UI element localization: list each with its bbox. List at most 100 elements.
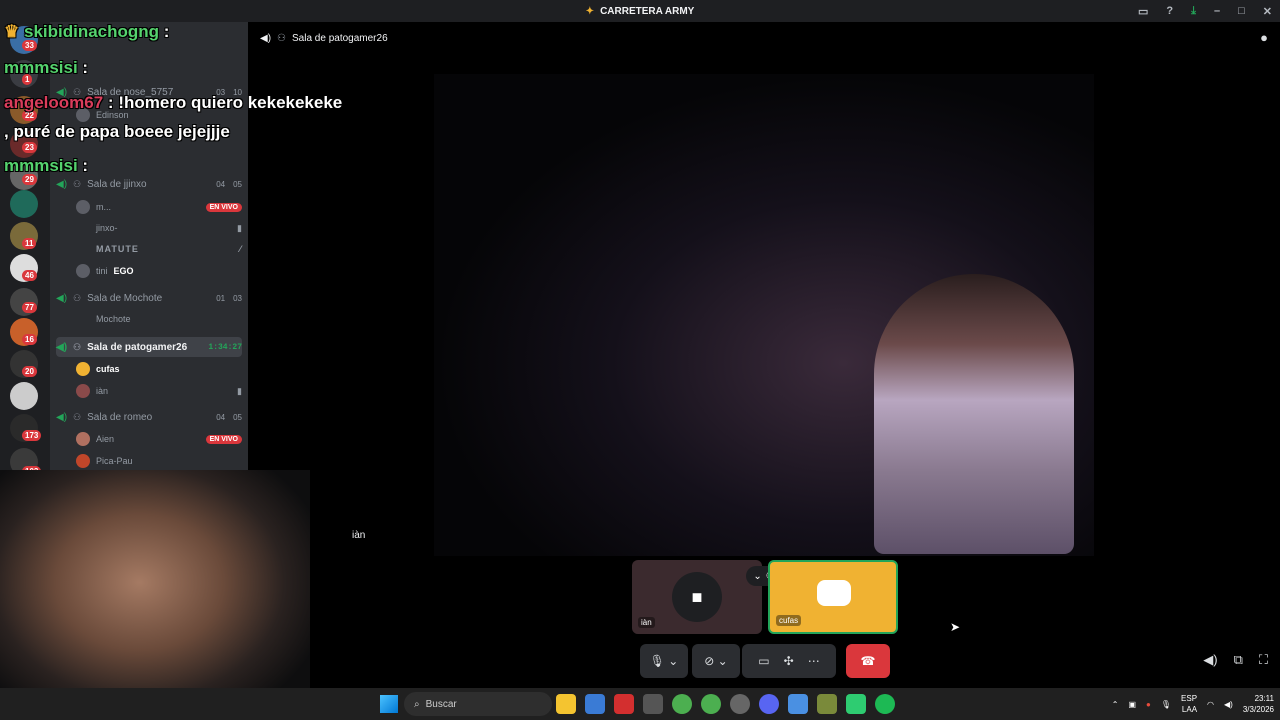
taskbar-apps <box>556 688 895 720</box>
call-controls: 🎙 ⌄ ⊘ ⌄ <box>640 644 740 678</box>
call-timer: 1:34:27 <box>208 342 242 352</box>
voice-channel-active[interactable]: ◀) ⚇ Sala de patogamer26 1:34:27 <box>56 337 242 357</box>
screen-share-icon[interactable]: ▭ <box>758 654 769 668</box>
server-icon[interactable] <box>10 382 38 410</box>
discord-logo-icon <box>817 580 851 606</box>
camera-toggle-button[interactable]: ⊘ ⌄ <box>692 644 740 678</box>
hangup-area: ☎ <box>846 644 890 678</box>
app-icon[interactable] <box>614 694 634 714</box>
participant-tile-speaking[interactable]: cufas <box>768 560 898 634</box>
voice-user[interactable]: iàn ▮ <box>76 382 242 400</box>
avatar <box>76 432 90 446</box>
tray-icon[interactable]: ▣ <box>1128 700 1136 709</box>
voice-channel[interactable]: ◀) ⚇ Sala de jjinxo 04 05 <box>56 174 242 194</box>
camera-icon: ▮ <box>237 222 242 233</box>
search-icon: ⌕ <box>414 698 420 710</box>
microphone-icon: 🎙 <box>649 654 665 668</box>
taskbar-search[interactable]: ⌕ Buscar <box>404 692 552 716</box>
chevron-down-icon: ⌄ <box>668 654 679 668</box>
fullscreen-icon[interactable]: ⛶ <box>1259 652 1268 668</box>
avatar <box>76 454 90 468</box>
disconnect-button[interactable]: ☎ <box>846 644 890 678</box>
chat-overlay-line: angeloom67 : !homero quiero kekekekeke <box>4 93 343 112</box>
file-explorer-icon[interactable] <box>556 694 576 714</box>
chevron-down-icon: ⌄ <box>753 570 762 582</box>
chrome-icon[interactable] <box>672 694 692 714</box>
microphone-icon[interactable]: 🎙 <box>1161 700 1171 709</box>
voice-user[interactable]: m... EN VIVO <box>76 198 242 216</box>
minimize-button[interactable]: – <box>1214 5 1220 17</box>
users-icon: ⚇ <box>73 341 82 352</box>
chat-icon[interactable]: ● <box>1260 30 1268 45</box>
chevron-down-icon: ⌄ <box>717 654 728 668</box>
more-icon[interactable]: ⋯ <box>808 654 820 668</box>
participant-tile[interactable]: ■ iàn <box>632 560 762 634</box>
volume-icon[interactable]: ◀) <box>260 33 271 44</box>
unread-badge: 23 <box>22 142 37 153</box>
volume-icon[interactable]: ◀) <box>1203 652 1217 668</box>
voice-user[interactable]: cufas <box>76 360 242 378</box>
unread-badge: 77 <box>22 302 37 313</box>
call-controls-secondary: ▭ ✣ ⋯ <box>742 644 836 678</box>
activities-icon[interactable]: ✣ <box>784 654 794 668</box>
clock[interactable]: 23:11 3/3/2026 <box>1243 693 1274 715</box>
camera-icon: ▮ <box>237 385 242 396</box>
avatar <box>76 312 90 326</box>
unread-badge: 173 <box>22 430 42 441</box>
inbox-icon[interactable]: ▭ <box>1138 5 1148 18</box>
title-bar-actions: ▭ ? ⤓ – □ ✕ <box>1138 0 1272 22</box>
popout-icon[interactable]: ⧉ <box>1234 652 1243 668</box>
close-button[interactable]: ✕ <box>1263 5 1272 18</box>
avatar <box>76 362 90 376</box>
discord-icon[interactable] <box>759 694 779 714</box>
maximize-button[interactable]: □ <box>1238 5 1245 17</box>
mute-button[interactable]: 🎙 ⌄ <box>640 644 688 678</box>
download-icon[interactable]: ⤓ <box>1191 5 1196 18</box>
speaker-icon: ◀) <box>56 341 68 353</box>
users-icon: ⚇ <box>73 411 82 422</box>
avatar <box>76 264 90 278</box>
language-indicator[interactable]: ESP LAA <box>1181 693 1197 715</box>
taskbar: ⌕ Buscar ⌃ ▣ ● 🎙 ESP LAA ◠ ◀) 23:11 3/3/20… <box>0 688 1280 720</box>
app-icon[interactable] <box>846 694 866 714</box>
voice-channel[interactable]: ◀) ⚇ Sala de romeo 04 05 <box>56 407 242 427</box>
speaker-icon: ◀) <box>56 292 68 304</box>
chat-overlay-line: mmmsisi : <box>4 58 89 77</box>
title-bar: ✦ CARRETERA ARMY ▭ ? ⤓ – □ ✕ <box>0 0 1280 22</box>
voice-user[interactable]: Aien EN VIVO <box>76 430 242 448</box>
tray-icon[interactable]: ● <box>1146 700 1151 709</box>
system-tray: ⌃ ▣ ● 🎙 ESP LAA ◠ ◀) 23:11 3/3/2026 <box>1112 688 1274 720</box>
chrome-icon[interactable] <box>701 694 721 714</box>
call-view: ◀) ⚇ Sala de patogamer26 ● iàn ■ iàn ⌄⚇ … <box>248 22 1280 688</box>
crown-icon: ♛ <box>4 22 20 41</box>
spotify-icon[interactable] <box>875 694 895 714</box>
voice-user[interactable]: jinxo- ▮ <box>76 219 242 237</box>
store-icon[interactable] <box>643 694 663 714</box>
video-subject <box>874 274 1074 554</box>
unread-badge: 11 <box>22 238 37 249</box>
main-video-stream[interactable] <box>434 74 1094 556</box>
notepad-icon[interactable] <box>788 694 808 714</box>
voice-user[interactable]: tini EGO <box>76 262 242 280</box>
users-icon: ⚇ <box>277 32 286 44</box>
help-icon[interactable]: ? <box>1166 5 1173 17</box>
volume-icon[interactable]: ◀) <box>1224 700 1233 709</box>
voice-user[interactable]: Pica-Pau <box>76 452 242 470</box>
wifi-icon[interactable]: ◠ <box>1207 700 1214 709</box>
room-title: Sala de patogamer26 <box>292 32 388 44</box>
voice-user[interactable]: Mochote <box>76 310 242 328</box>
voice-channel[interactable]: ◀) ⚇ Sala de Mochote 01 03 <box>56 288 242 308</box>
phone-hangup-icon: ☎ <box>860 654 876 668</box>
app-icon[interactable] <box>730 694 750 714</box>
view-controls: ◀) ⧉ ⛶ <box>1203 652 1268 668</box>
chevron-up-icon[interactable]: ⌃ <box>1112 700 1119 709</box>
app-logo-icon: ✦ <box>585 5 595 17</box>
unread-badge: 20 <box>22 366 37 377</box>
server-icon[interactable] <box>10 190 38 218</box>
voice-user[interactable]: MATUTE ⁄ <box>76 240 242 258</box>
app-icon[interactable] <box>585 694 605 714</box>
call-header: ◀) ⚇ Sala de patogamer26 <box>248 28 388 48</box>
app-icon[interactable] <box>817 694 837 714</box>
unread-badge: 16 <box>22 334 37 345</box>
start-icon[interactable] <box>380 695 398 713</box>
